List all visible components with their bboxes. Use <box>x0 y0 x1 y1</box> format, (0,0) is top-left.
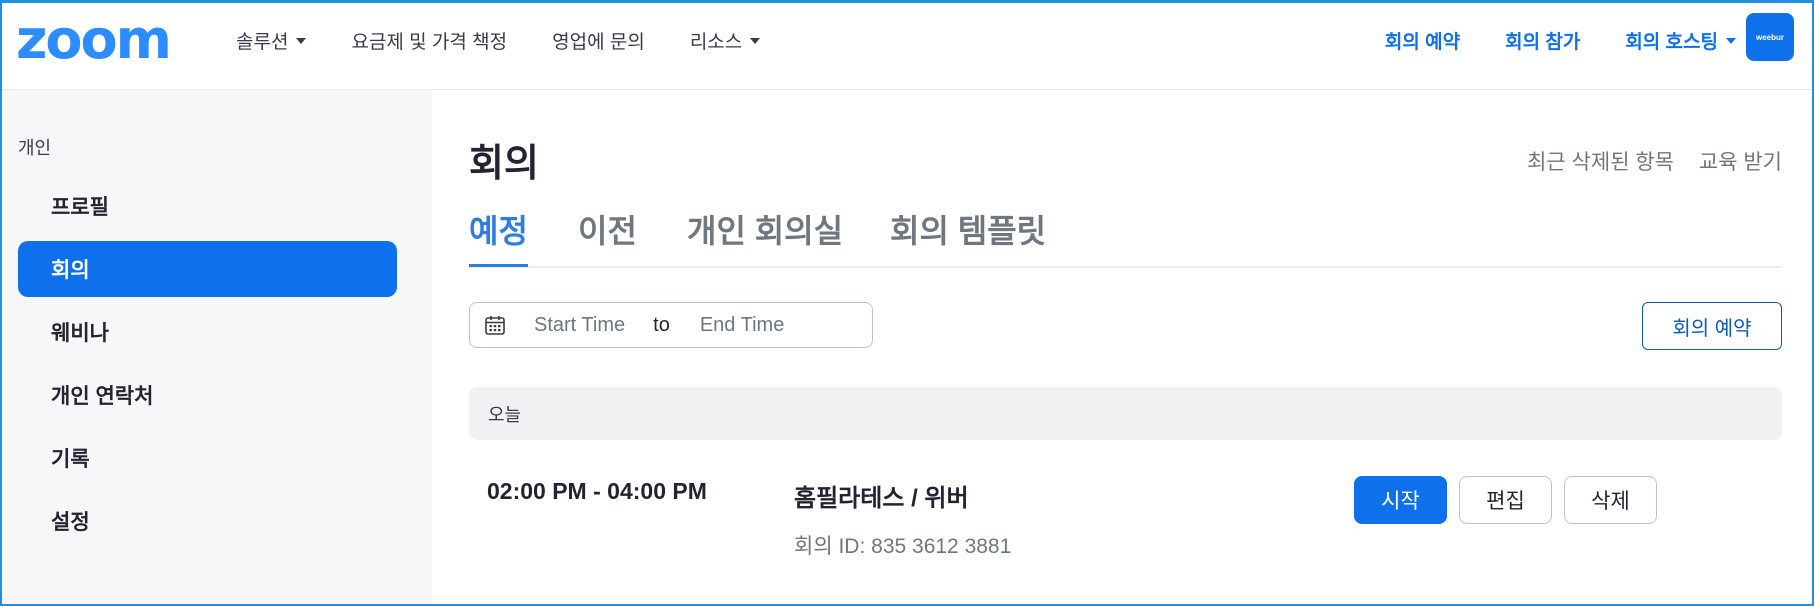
primary-nav: 솔루션 요금제 및 가격 책정 영업에 문의 리소스 <box>236 27 805 54</box>
nav-resources[interactable]: 리소스 <box>689 27 761 54</box>
nav-schedule-meeting[interactable]: 회의 예약 <box>1385 27 1460 54</box>
sidebar-item-profile[interactable]: 프로필 <box>18 178 397 234</box>
nav-host-meeting[interactable]: 회의 호스팅 <box>1625 27 1736 54</box>
date-range-picker[interactable]: Start Time to End Time <box>469 302 873 348</box>
nav-pricing-label: 요금제 및 가격 책정 <box>351 32 508 53</box>
tab-personal-room[interactable]: 개인 회의실 <box>687 206 843 264</box>
zoom-logo[interactable]: zoom <box>16 13 172 67</box>
get-training-link[interactable]: 교육 받기 <box>1699 146 1782 176</box>
sidebar-item-recordings[interactable]: 기록 <box>18 430 397 486</box>
tab-meeting-templates[interactable]: 회의 템플릿 <box>890 206 1046 264</box>
recently-deleted-link[interactable]: 최근 삭제된 항목 <box>1527 146 1674 176</box>
meeting-time: 02:00 PM - 04:00 PM <box>487 478 707 504</box>
nav-join-meeting[interactable]: 회의 참가 <box>1505 27 1580 54</box>
caret-down-icon <box>296 37 307 44</box>
main-content: 회의 최근 삭제된 항목 교육 받기 예정 이전 개인 회의실 회의 템플릿 S… <box>432 90 1812 604</box>
start-time-field[interactable]: Start Time <box>534 314 625 337</box>
sidebar-item-settings[interactable]: 설정 <box>18 493 397 549</box>
tab-previous[interactable]: 이전 <box>578 206 637 264</box>
top-navbar: zoom 솔루션 요금제 및 가격 책정 영업에 문의 리소스 회의 예약 회의 <box>2 3 1812 90</box>
nav-contact-sales-label: 영업에 문의 <box>552 32 645 53</box>
sidebar-item-webinars[interactable]: 웨비나 <box>18 304 397 360</box>
caret-down-icon <box>1726 37 1736 44</box>
nav-schedule-meeting-label: 회의 예약 <box>1384 32 1461 53</box>
nav-host-meeting-label: 회의 호스팅 <box>1625 32 1718 53</box>
tab-upcoming[interactable]: 예정 <box>469 206 528 267</box>
edit-meeting-button[interactable]: 편집 <box>1459 476 1552 524</box>
page-title: 회의 <box>469 143 539 185</box>
nav-resources-label: 리소스 <box>689 32 743 53</box>
sidebar-item-meetings[interactable]: 회의 <box>18 241 397 297</box>
meeting-id: 회의 ID: 835 3612 3881 <box>794 535 1012 558</box>
sidebar: 개인 프로필 회의 웨비나 개인 연락처 기록 설정 <box>2 90 432 604</box>
day-group-header: 오늘 <box>469 387 1782 440</box>
meeting-tabs: 예정 이전 개인 회의실 회의 템플릿 <box>469 206 1782 268</box>
sidebar-section-label: 개인 <box>18 138 52 158</box>
calendar-icon <box>484 314 506 336</box>
range-separator: to <box>653 313 670 336</box>
schedule-meeting-button[interactable]: 회의 예약 <box>1642 302 1782 350</box>
nav-join-meeting-label: 회의 참가 <box>1505 32 1581 53</box>
app-window: zoom 솔루션 요금제 및 가격 책정 영업에 문의 리소스 회의 예약 회의 <box>0 0 1814 606</box>
account-nav: 회의 예약 회의 참가 회의 호스팅 <box>1340 27 1736 54</box>
nav-solutions[interactable]: 솔루션 <box>236 27 307 54</box>
delete-meeting-button[interactable]: 삭제 <box>1564 476 1657 524</box>
user-avatar[interactable]: weebur <box>1746 13 1794 61</box>
nav-contact-sales[interactable]: 영업에 문의 <box>552 27 645 54</box>
nav-pricing[interactable]: 요금제 및 가격 책정 <box>351 27 507 54</box>
nav-solutions-label: 솔루션 <box>236 32 289 53</box>
meeting-title[interactable]: 홈필라테스 / 위버 <box>794 478 969 513</box>
sidebar-item-contacts[interactable]: 개인 연락처 <box>18 367 397 423</box>
caret-down-icon <box>750 37 761 44</box>
start-meeting-button[interactable]: 시작 <box>1354 476 1447 524</box>
end-time-field[interactable]: End Time <box>700 314 784 337</box>
day-label: 오늘 <box>488 404 522 425</box>
